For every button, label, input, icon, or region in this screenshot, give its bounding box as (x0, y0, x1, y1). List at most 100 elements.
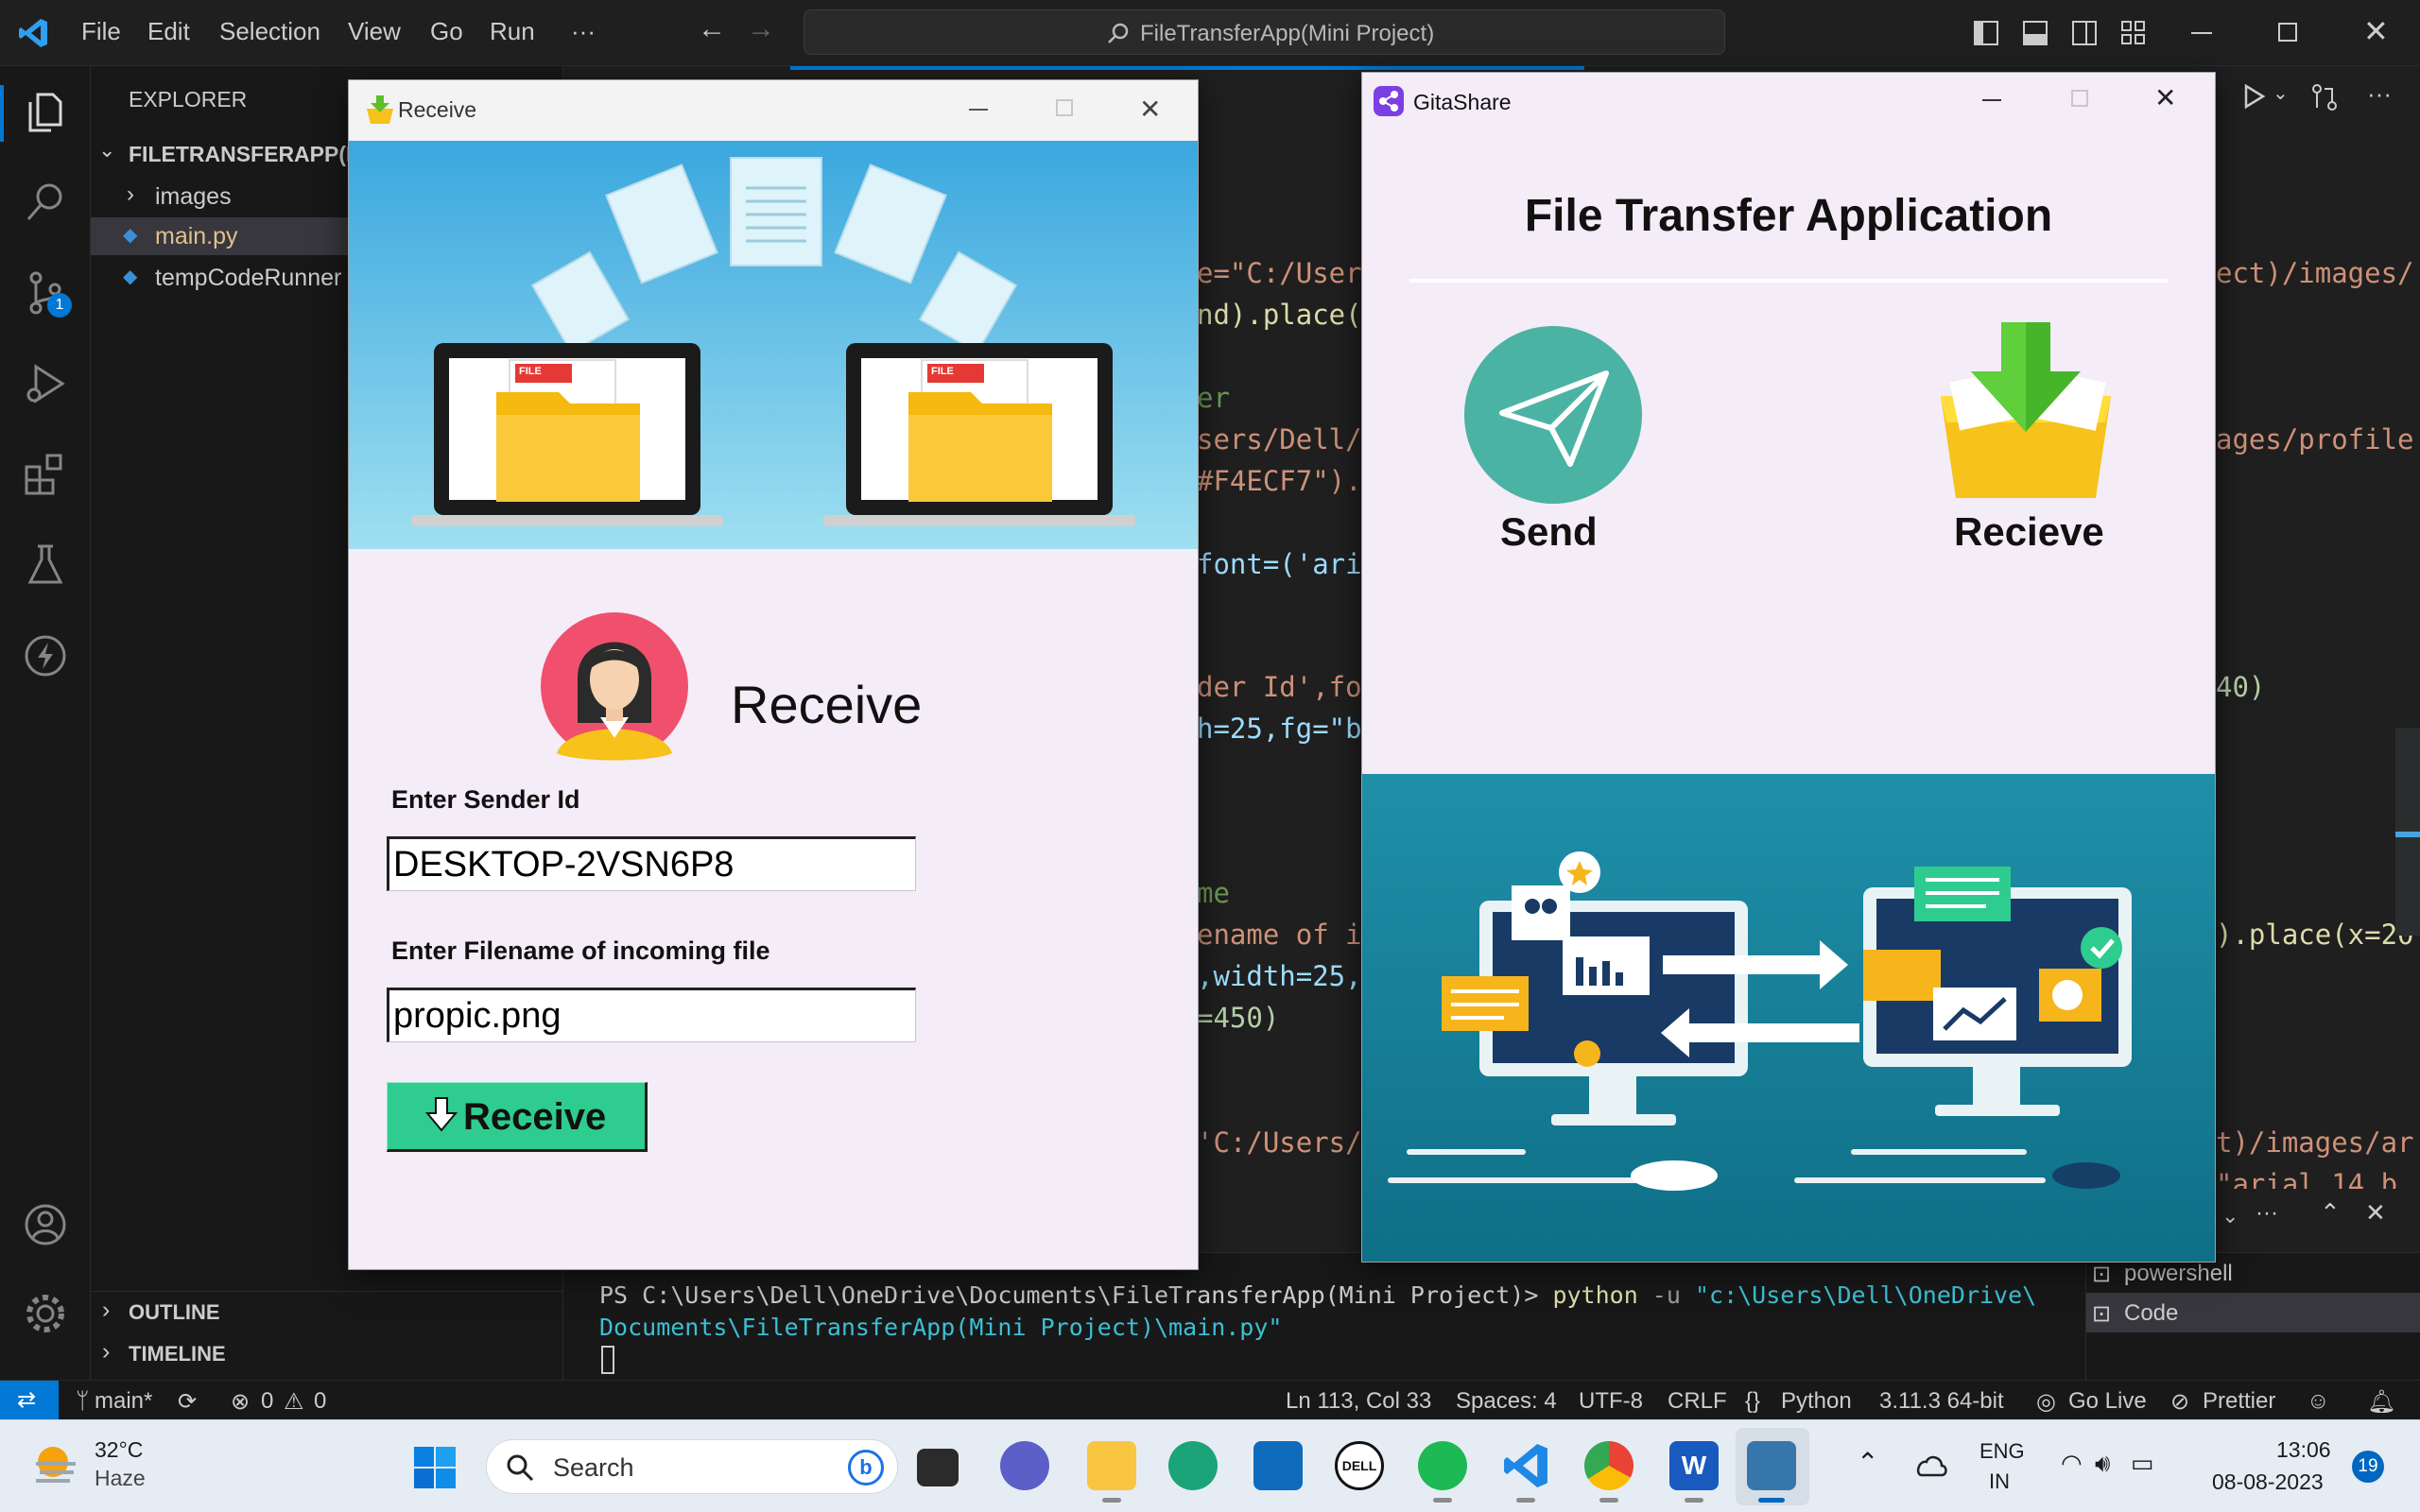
remote-indicator[interactable]: ⇄ (0, 1381, 59, 1420)
word-icon[interactable]: W (1669, 1441, 1719, 1490)
code-line: er (1197, 382, 1230, 414)
minimize-icon[interactable] (2191, 32, 2212, 34)
divider (91, 1291, 563, 1292)
clock-time[interactable]: 13:06 (2276, 1437, 2331, 1463)
terminal-tab-code[interactable]: Code (2124, 1300, 2178, 1327)
send-button[interactable] (1464, 326, 1642, 504)
prettier[interactable]: Prettier (2203, 1388, 2275, 1415)
gitashare-window-title: GitaShare (1413, 90, 1512, 114)
spotify-icon[interactable] (1418, 1441, 1467, 1490)
teams-chat-icon[interactable] (1000, 1441, 1049, 1490)
menu-view[interactable]: View (348, 17, 401, 46)
gitashare-titlebar[interactable]: GitaShare ✕ (1362, 73, 2215, 133)
project-folder[interactable]: FILETRANSFERAPP(MI (129, 142, 371, 167)
close-icon[interactable]: ✕ (1139, 94, 1161, 125)
task-view-icon[interactable] (917, 1449, 959, 1486)
language-indicator-bottom[interactable]: IN (1989, 1469, 2010, 1494)
volume-icon[interactable]: 🔊︎ (2095, 1449, 2110, 1479)
encoding[interactable]: UTF-8 (1579, 1388, 1643, 1415)
python-interpreter[interactable]: 3.11.3 64-bit (1879, 1388, 2004, 1415)
warning-count[interactable]: 0 (314, 1388, 326, 1415)
close-icon[interactable]: ✕ (2363, 13, 2389, 49)
python-app-icon[interactable] (1747, 1441, 1796, 1490)
maximize-panel-icon[interactable]: ⌃ (2320, 1198, 2341, 1228)
toggle-secondary-sidebar-icon[interactable] (2072, 21, 2097, 45)
windows-start-icon[interactable] (412, 1445, 458, 1490)
more-actions-icon[interactable]: ··· (2367, 79, 2392, 109)
taskbar-search-box[interactable]: Search b (486, 1439, 898, 1494)
weather-temperature[interactable]: 32°C (95, 1437, 143, 1463)
wifi-icon[interactable]: ◠ (2061, 1449, 2083, 1478)
maximize-icon (2071, 90, 2088, 107)
toggle-panel-icon[interactable] (2023, 21, 2048, 45)
file-main-py[interactable]: main.py (155, 223, 238, 250)
line-endings[interactable]: CRLF (1668, 1388, 1727, 1415)
weather-description[interactable]: Haze (95, 1466, 146, 1491)
notification-count-badge[interactable]: 19 (2352, 1451, 2384, 1483)
branch-name[interactable]: main* (95, 1388, 152, 1415)
dell-app-icon[interactable]: DELL (1335, 1441, 1384, 1490)
settings-gear-icon[interactable] (21, 1289, 70, 1338)
close-panel-icon[interactable]: ✕ (2365, 1198, 2386, 1228)
sync-icon[interactable]: ⟳ (178, 1388, 197, 1416)
menu-edit[interactable]: Edit (147, 17, 190, 46)
bing-icon[interactable]: b (848, 1450, 884, 1486)
restore-icon[interactable] (2278, 23, 2297, 42)
chevron-down-icon[interactable]: ⌄ (2221, 1204, 2238, 1228)
chevron-up-icon[interactable]: ⌃ (1857, 1447, 1878, 1478)
menu-file[interactable]: File (81, 17, 121, 46)
outline-section[interactable]: OUTLINE (129, 1300, 220, 1325)
onedrive-cloud-icon[interactable] (1913, 1452, 1949, 1477)
menu-more[interactable]: ··· (571, 17, 596, 46)
nav-forward-icon[interactable]: → (747, 13, 775, 45)
language-mode[interactable]: Python (1781, 1388, 1852, 1415)
run-debug-icon[interactable] (21, 359, 70, 408)
weather-haze-icon[interactable] (32, 1443, 79, 1488)
command-center[interactable]: FileTransferApp(Mini Project) (804, 9, 1725, 55)
chevron-down-icon[interactable]: ⌄ (98, 138, 115, 163)
go-live[interactable]: Go Live (2068, 1388, 2147, 1415)
menu-run[interactable]: Run (490, 17, 535, 46)
thunder-client-icon[interactable] (21, 631, 70, 680)
receive-titlebar[interactable]: Receive ✕ (349, 80, 1198, 141)
sender-id-input[interactable]: DESKTOP-2VSN6P8 (387, 836, 916, 891)
file-tempcoderunner[interactable]: tempCodeRunner (155, 265, 341, 292)
accounts-icon[interactable] (21, 1200, 70, 1249)
edge-browser-icon[interactable] (1168, 1441, 1218, 1490)
minimize-icon[interactable] (969, 109, 988, 111)
language-indicator-top[interactable]: ENG (1979, 1439, 2025, 1464)
timeline-section[interactable]: TIMELINE (129, 1342, 226, 1366)
menu-selection[interactable]: Selection (219, 17, 320, 46)
microsoft-store-icon[interactable] (1253, 1441, 1303, 1490)
compare-changes-icon[interactable] (2310, 83, 2339, 112)
more-actions-icon[interactable]: ··· (2256, 1200, 2278, 1227)
vscode-taskbar-icon[interactable] (1501, 1441, 1550, 1490)
close-icon[interactable]: ✕ (2154, 82, 2176, 113)
customize-layout-icon[interactable] (2121, 21, 2146, 45)
filename-input[interactable]: propic.png (387, 988, 916, 1042)
minimize-icon[interactable] (1982, 99, 2001, 101)
search-icon[interactable] (21, 178, 70, 227)
file-explorer-icon[interactable] (1087, 1441, 1136, 1490)
battery-icon[interactable]: ▭ (2131, 1449, 2154, 1478)
chevron-down-icon[interactable]: ⌄ (2273, 81, 2289, 105)
terminal-tab-powershell[interactable]: powershell (2124, 1261, 2233, 1287)
terminal-panel[interactable]: PS C:\Users\Dell\OneDrive\Documents\File… (563, 1252, 2420, 1381)
run-icon[interactable] (2240, 83, 2267, 110)
testing-icon[interactable] (21, 541, 70, 590)
feedback-icon[interactable]: ☺ (2307, 1388, 2330, 1415)
receive-button[interactable]: Receive (387, 1082, 648, 1152)
toggle-primary-sidebar-icon[interactable] (1974, 21, 1998, 45)
extensions-icon[interactable] (21, 450, 70, 499)
menu-go[interactable]: Go (430, 17, 463, 46)
notifications-bell-icon[interactable]: 🔔︎ (2367, 1388, 2395, 1416)
cursor-position[interactable]: Ln 113, Col 33 (1286, 1388, 1431, 1415)
explorer-icon[interactable] (21, 87, 70, 136)
folder-images[interactable]: images (155, 183, 232, 211)
indentation[interactable]: Spaces: 4 (1456, 1388, 1557, 1415)
receive-inbox-button[interactable] (1929, 318, 2122, 504)
error-count[interactable]: 0 (261, 1388, 273, 1415)
nav-back-icon[interactable]: ← (698, 13, 726, 45)
chrome-icon[interactable] (1584, 1441, 1634, 1490)
clock-date[interactable]: 08-08-2023 (2212, 1469, 2324, 1495)
